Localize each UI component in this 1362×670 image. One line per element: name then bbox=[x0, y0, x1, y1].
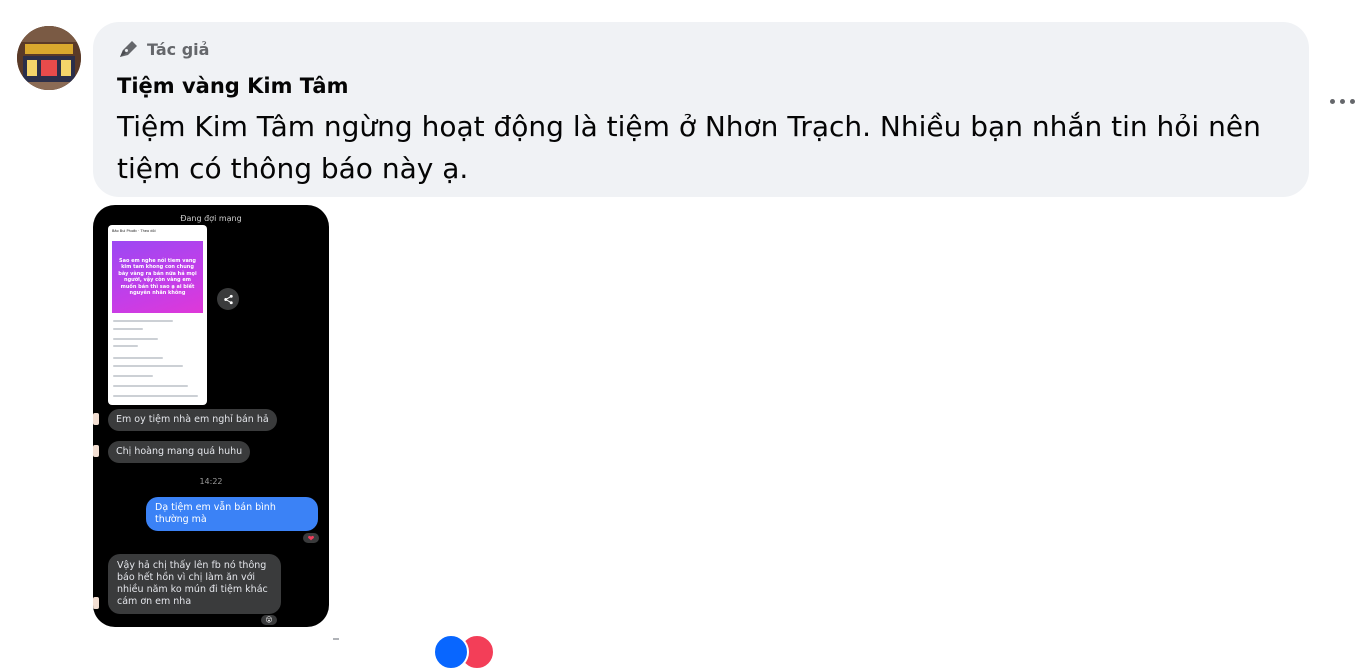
post-header: Bảo Bui Phước · Theo dõi bbox=[112, 229, 156, 233]
network-status: Đang đợi mạng bbox=[180, 214, 242, 223]
share-icon[interactable] bbox=[217, 288, 239, 310]
wow-reaction: 😮 bbox=[261, 615, 277, 625]
cropped-text-fragment bbox=[333, 638, 339, 644]
reaction-summary[interactable] bbox=[433, 634, 495, 670]
storefront-image bbox=[17, 26, 81, 90]
attached-screenshot[interactable]: Đang đợi mạng Bảo Bui Phước · Theo dõi S… bbox=[93, 205, 329, 627]
message-bubble: Dạ tiệm em vẫn bán bình thường mà bbox=[146, 497, 318, 531]
comment-bubble: Tác giả Tiệm vàng Kim Tâm Tiệm Kim Tâm n… bbox=[93, 22, 1309, 197]
more-options-icon[interactable] bbox=[1330, 99, 1355, 104]
pen-icon bbox=[120, 41, 137, 57]
timestamp: 14:22 bbox=[199, 477, 223, 486]
sender-avatar bbox=[93, 597, 99, 609]
comment-text: Tiệm Kim Tâm ngừng hoạt động là tiệm ở N… bbox=[117, 110, 1261, 185]
author-badge-label: Tác giả bbox=[147, 39, 210, 59]
post-card: Sao em nghe nói tiem vang kim tam khong … bbox=[112, 241, 203, 313]
sender-avatar bbox=[93, 413, 99, 425]
author-badge: Tác giả bbox=[117, 38, 209, 60]
author-avatar[interactable] bbox=[17, 26, 81, 90]
message-bubble: Vậy hả chị thấy lên fb nó thông báo hết … bbox=[108, 554, 281, 614]
author-name[interactable]: Tiệm vàng Kim Tâm bbox=[117, 74, 348, 98]
heart-reaction: ❤ bbox=[303, 533, 319, 543]
like-reaction-icon bbox=[433, 634, 469, 670]
embedded-post-preview: Bảo Bui Phước · Theo dõi Sao em nghe nói… bbox=[108, 225, 207, 405]
message-bubble: Em oy tiệm nhà em nghỉ bán hả bbox=[108, 409, 277, 431]
sender-avatar bbox=[93, 445, 99, 457]
message-bubble: Chị hoàng mang quá huhu bbox=[108, 441, 251, 463]
